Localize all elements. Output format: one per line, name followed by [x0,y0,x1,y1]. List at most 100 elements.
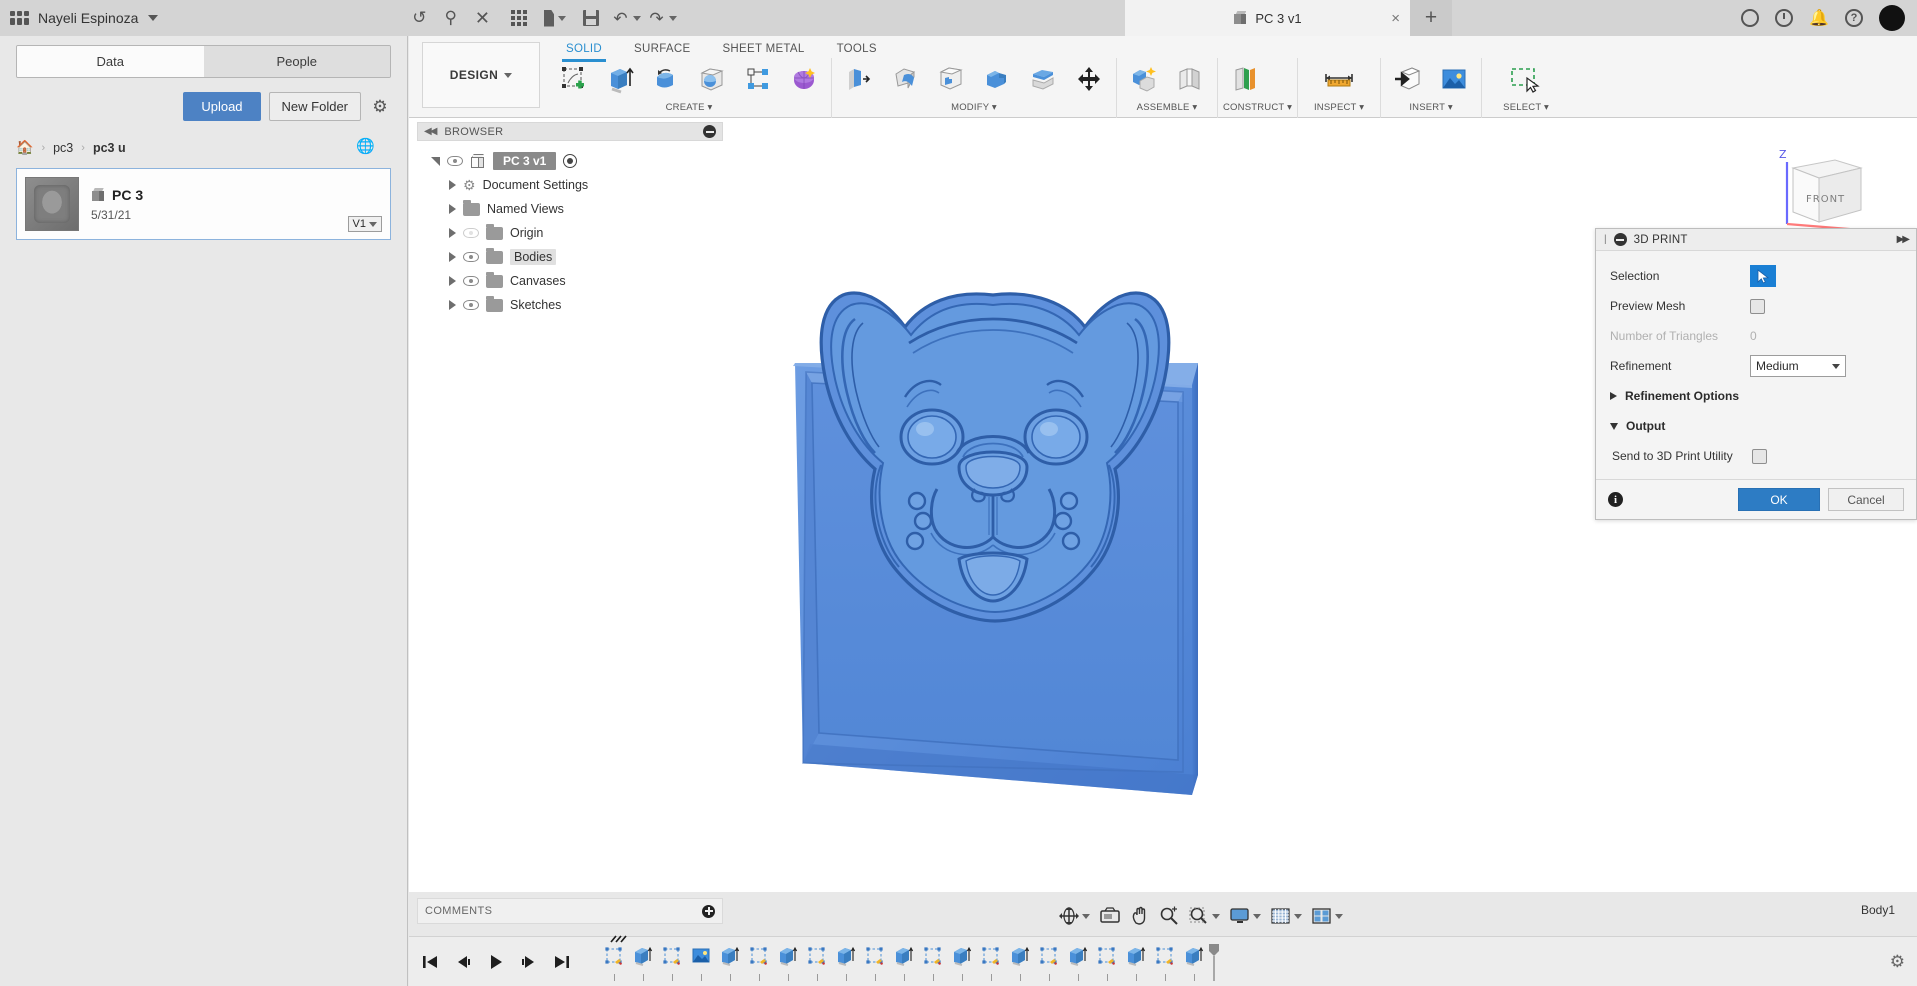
timeline-feature-extrude[interactable] [947,942,976,982]
document-tab[interactable]: PC 3 v1 × [1125,0,1410,36]
timeline-feature-sketch[interactable] [657,942,686,982]
file-card[interactable]: PC 3 5/31/21 V1 [16,168,391,240]
timeline-feature-sketch[interactable] [599,934,628,982]
select-window-icon[interactable] [1504,59,1548,99]
panel-label-create[interactable]: CREATE ▾ [552,100,826,113]
timeline-feature-extrude[interactable] [831,942,860,982]
new-folder-button[interactable]: New Folder [268,92,361,121]
gear-icon[interactable]: ⚙ [369,96,391,118]
cancel-button[interactable]: Cancel [1828,488,1904,511]
job-status-icon[interactable] [1741,9,1760,27]
chevron-right-icon[interactable] [449,204,456,214]
step-back-icon[interactable] [454,953,472,971]
timeline-feature-extrude[interactable] [1005,942,1034,982]
visibility-eye-icon[interactable] [463,251,479,263]
timeline-feature-sketch[interactable] [1092,942,1121,982]
extrude-icon[interactable] [598,59,642,99]
timeline-feature-sketch[interactable] [802,942,831,982]
move-copy-icon[interactable] [1067,59,1111,99]
look-at-icon[interactable] [1096,903,1124,929]
timeline-feature-extrude[interactable] [1121,942,1150,982]
press-pull-icon[interactable] [837,59,881,99]
light-bulb-toggle-icon[interactable] [563,154,578,168]
combine-icon[interactable] [975,59,1019,99]
user-avatar[interactable] [1879,5,1905,31]
new-document-icon[interactable] [544,7,566,29]
sphere-icon[interactable] [690,59,734,99]
close-icon[interactable]: × [1391,10,1400,27]
visibility-eye-icon[interactable] [447,155,463,167]
pattern-icon[interactable] [736,59,780,99]
go-to-beginning-icon[interactable] [421,953,439,971]
grid-snap-icon[interactable] [1267,903,1305,929]
send-to-utility-checkbox[interactable] [1752,448,1767,464]
workspace-switcher[interactable]: DESIGN [422,42,540,108]
tree-node-origin[interactable]: Origin [417,221,723,245]
globe-icon[interactable]: 🌐 [356,137,375,155]
revolve-icon[interactable] [644,59,688,99]
form-icon[interactable] [782,59,826,99]
clock-icon[interactable] [1775,9,1794,27]
shell-icon[interactable] [929,59,973,99]
collapse-left-icon[interactable]: ◀◀ [424,126,437,137]
zoom-icon[interactable] [1156,903,1182,929]
new-component-icon[interactable] [1122,59,1166,99]
browser-minimize-icon[interactable] [703,125,716,138]
timeline-end-marker[interactable] [1208,942,1219,982]
chevron-right-icon[interactable] [449,228,456,238]
tree-node-named-views[interactable]: Named Views [417,197,723,221]
expand-right-icon[interactable]: ▶▶ [1897,234,1910,245]
visibility-eye-icon[interactable] [463,275,479,287]
timeline-feature-extrude[interactable] [715,942,744,982]
tab-sheet-metal[interactable]: SHEET METAL [706,40,820,58]
chevron-right-icon[interactable] [449,276,456,286]
chevron-right-icon[interactable] [449,252,456,262]
bell-icon[interactable]: 🔔 [1809,8,1829,28]
split-face-icon[interactable] [1021,59,1065,99]
new-tab-button[interactable]: + [1410,0,1452,36]
visibility-eye-off-icon[interactable] [463,227,479,239]
timeline-settings-gear-icon[interactable]: ⚙ [1890,952,1905,972]
apps-grid-icon[interactable] [508,7,530,29]
breadcrumb-item-current[interactable]: pc3 u [93,141,126,155]
play-icon[interactable] [487,953,505,971]
user-menu-chevron-down-icon[interactable] [148,15,159,21]
ok-button[interactable]: OK [1738,488,1820,511]
panel-label-select[interactable]: SELECT ▾ [1487,100,1565,113]
add-comment-icon[interactable] [702,904,715,918]
joint-icon[interactable] [1168,59,1212,99]
timeline-feature-sketch[interactable] [744,942,773,982]
viewcube[interactable]: FRONT Z X [1765,140,1875,240]
tab-data[interactable]: Data [17,46,204,77]
timeline-feature-extrude[interactable] [628,942,657,982]
tree-node-root[interactable]: PC 3 v1 [417,149,723,173]
create-sketch-icon[interactable] [552,59,596,99]
preview-mesh-checkbox[interactable] [1750,298,1765,314]
visibility-eye-icon[interactable] [463,299,479,311]
undo-icon[interactable]: ↶ [613,7,641,29]
redo-icon[interactable]: ↷ [649,7,677,29]
minimize-icon[interactable] [1613,233,1627,246]
timeline-feature-canvas[interactable] [686,942,715,982]
orbit-icon[interactable] [1055,903,1093,929]
version-badge[interactable]: V1 [347,216,382,232]
timeline-feature-sketch[interactable] [1034,942,1063,982]
refresh-icon[interactable]: ↺ [412,8,426,28]
upload-button[interactable]: Upload [183,92,261,121]
timeline-feature-sketch[interactable] [1150,942,1179,982]
timeline-feature-sketch[interactable] [976,942,1005,982]
chevron-right-icon[interactable] [449,180,456,190]
home-icon[interactable]: 🏠 [16,139,33,156]
pan-icon[interactable] [1127,903,1153,929]
timeline-feature-extrude[interactable] [773,942,802,982]
timeline-feature-sketch[interactable] [918,942,947,982]
breadcrumb-item-pc3[interactable]: pc3 [53,141,73,155]
timeline-feature-sketch[interactable] [860,942,889,982]
display-settings-icon[interactable] [1226,903,1264,929]
section-refinement-options[interactable]: Refinement Options [1610,381,1902,411]
refinement-dropdown[interactable]: Medium [1750,355,1846,377]
viewports-icon[interactable] [1308,903,1346,929]
tree-node-canvases[interactable]: Canvases [417,269,723,293]
zoom-window-icon[interactable] [1185,903,1223,929]
timeline-feature-extrude[interactable] [889,942,918,982]
